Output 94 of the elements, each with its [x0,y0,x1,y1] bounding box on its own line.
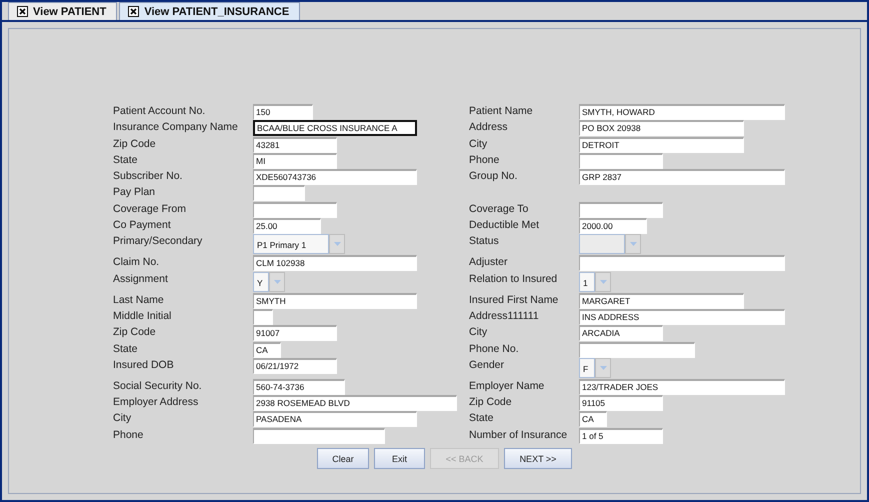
input-field[interactable]: INS ADDRESS [579,308,785,325]
field-label: Insured First Name [469,292,558,307]
caret-icon [600,280,606,284]
input-field[interactable]: XDE560743736 [253,169,417,186]
field-label: Social Security No. [113,378,202,393]
input-field[interactable]: CLM 102938 [253,255,417,272]
input-field[interactable] [253,185,305,202]
field-label: State [113,342,138,356]
caret-icon [274,280,280,284]
field-label: Zip Code [469,395,512,410]
field-label: Pay Plan [113,185,156,200]
field-label: Adjuster [469,255,508,270]
input-field[interactable] [253,202,337,218]
input-field[interactable]: 43281 [253,136,337,153]
field-label: Last Name [113,292,164,307]
form-button[interactable]: Clear [317,448,369,470]
field-label: State [113,152,138,167]
input-field[interactable]: PASADENA [253,411,417,428]
input-field[interactable]: 25.00 [253,218,321,234]
input-field[interactable]: 560-74-3736 [253,378,345,395]
input-field[interactable] [579,152,663,169]
form-button[interactable]: NEXT >> [504,448,572,470]
field-label: Number of Insurance [469,428,568,442]
field-label: Employer Name [469,378,544,393]
input-field[interactable]: DETROIT [579,136,744,153]
dropdown-field[interactable]: P1 Primary 1 [253,234,329,254]
field-label: Address111111 [469,308,539,323]
field-label: Patient Name [469,104,533,118]
field-label: Subscriber No. [113,169,182,184]
field-label: Status [469,234,499,248]
input-field[interactable]: 2938 ROSEMEAD BLVD [253,395,457,412]
caret-icon [334,242,340,246]
input-field[interactable]: PO BOX 20938 [579,120,744,136]
dropdown-field[interactable]: F [579,358,595,378]
field-label: Insured DOB [113,358,174,372]
field-label: Claim No. [113,255,160,270]
dropdown-button[interactable] [595,358,611,378]
input-field[interactable] [579,342,695,358]
input-field[interactable]: 91105 [579,395,663,412]
input-field[interactable]: MI [253,152,337,169]
field-label: Phone [469,152,500,167]
input-field[interactable] [579,255,785,272]
dropdown-button[interactable] [269,272,285,292]
tab[interactable]: View PATIENT [8,2,118,20]
dropdown-button[interactable] [625,234,641,254]
caret-icon [630,242,636,246]
input-field[interactable] [253,428,385,444]
field-label: Zip Code [113,136,156,151]
field-label: Coverage To [469,202,528,216]
input-field[interactable]: BCAA/BLUE CROSS INSURANCE A [253,120,417,136]
input-field[interactable]: CA [579,411,607,428]
field-label: City [469,136,488,151]
field-label: City [469,325,488,340]
input-field[interactable]: 1 of 5 [579,428,663,444]
input-field[interactable]: CA [253,342,281,358]
field-label: Deductible Met [469,218,540,232]
input-field[interactable]: SMYTH, HOWARD [579,104,785,120]
input-field[interactable] [579,202,663,218]
dropdown-field[interactable]: 1 [579,272,595,292]
input-field[interactable]: 91007 [253,325,337,342]
field-label: Middle Initial [113,308,172,323]
field-label: Patient Account No. [113,104,206,118]
field-label: Gender [469,358,504,372]
form-button[interactable]: Exit [374,448,425,470]
input-field[interactable] [253,308,273,325]
field-label: Assignment [113,272,168,286]
field-label: State [469,411,494,426]
input-field[interactable]: ARCADIA [579,325,663,342]
field-label: Employer Address [113,395,198,410]
field-label: Phone [113,428,144,442]
field-label: Phone No. [469,342,519,356]
field-label: Group No. [469,169,518,184]
field-label: Primary/Secondary [113,234,202,248]
dropdown-field[interactable]: Y [253,272,269,292]
input-field[interactable]: GRP 2837 [579,169,785,186]
input-field[interactable]: 06/21/1972 [253,358,337,374]
input-field[interactable]: 123/TRADER JOES [579,378,785,395]
field-label: Zip Code [113,325,156,340]
field-label: Co Payment [113,218,171,232]
dropdown-button[interactable] [595,272,611,292]
input-field[interactable]: 150 [253,104,313,120]
close-icon[interactable] [17,6,28,17]
field-label: Insurance Company Name [113,120,238,134]
field-label: Coverage From [113,202,186,216]
input-field[interactable]: MARGARET [579,292,744,309]
dropdown-button[interactable] [329,234,345,254]
field-label: Address [469,120,508,134]
input-field[interactable]: SMYTH [253,292,417,309]
field-label: City [113,411,132,426]
caret-icon [600,366,606,370]
field-label: Relation to Insured [469,272,558,286]
input-field[interactable]: 2000.00 [579,218,647,234]
close-icon[interactable] [128,6,140,17]
tab[interactable]: View PATIENT_INSURANCE [119,2,300,20]
